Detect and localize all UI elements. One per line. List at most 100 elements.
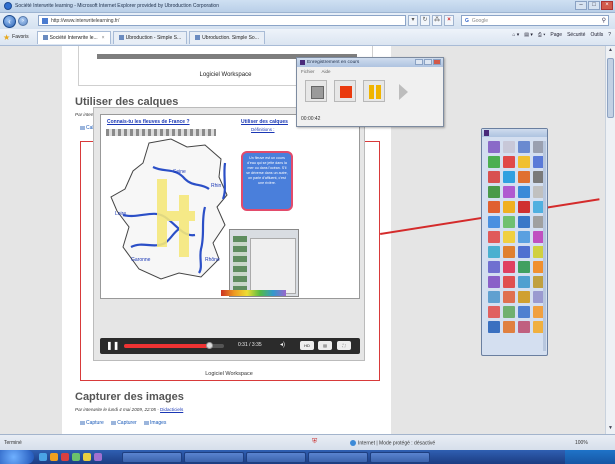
toolbox-tool-icon[interactable] — [518, 141, 530, 153]
app-quicklaunch-icon[interactable] — [94, 453, 102, 461]
popup-blocker-icon[interactable]: ⛨ — [312, 438, 317, 446]
taskbar-task[interactable] — [122, 451, 182, 463]
security-zone[interactable]: Internet | Mode protégé : désactivé — [350, 440, 435, 446]
toolbox-handle[interactable] — [543, 141, 546, 351]
toolbox-tool-icon[interactable] — [518, 276, 530, 288]
tag-link[interactable]: Capture — [80, 420, 104, 426]
recorder-minimize-button[interactable] — [415, 59, 423, 65]
toolbox-tool-icon[interactable] — [503, 231, 515, 243]
toolbox-tool-icon[interactable] — [518, 246, 530, 258]
menu-aide[interactable]: Aide — [322, 69, 331, 74]
toolbox-tool-icon[interactable] — [503, 321, 515, 333]
menu-fichier[interactable]: Fichier — [301, 69, 315, 74]
video-link-fleuves[interactable]: Connais-tu les fleuves de France ? — [107, 119, 190, 125]
toolbox-tool-icon[interactable] — [518, 186, 530, 198]
rss-icon[interactable]: ⁂ — [432, 15, 442, 26]
toolbox-tool-icon[interactable] — [488, 171, 500, 183]
toolbox-tool-icon[interactable] — [518, 261, 530, 273]
compat-view-icon[interactable]: ▾ — [408, 15, 418, 26]
toolbox-tool-icon[interactable] — [488, 276, 500, 288]
record-button[interactable] — [334, 80, 356, 102]
folder-quicklaunch-icon[interactable] — [50, 453, 58, 461]
tab-interwrite[interactable]: Société Interwrite le... × — [36, 30, 111, 44]
tab-close-icon[interactable]: × — [102, 35, 105, 41]
toolbox-tool-icon[interactable] — [488, 306, 500, 318]
toolbox-tool-icon[interactable] — [518, 216, 530, 228]
address-input[interactable]: http://www.interwritelearning.fr/ — [38, 15, 406, 26]
video-frame[interactable]: Connais-tu les fleuves de France ? Utili… — [100, 114, 360, 299]
video-link-definitions[interactable]: Définitions : — [251, 127, 275, 132]
toolbox-tool-icon[interactable] — [518, 231, 530, 243]
print-icon[interactable]: ⎙ ▾ — [538, 32, 546, 38]
tools-menu[interactable]: Outils — [590, 32, 603, 38]
toolbox-tool-icon[interactable] — [488, 156, 500, 168]
tab-ubroduction-2[interactable]: Ubroduction. Simple So... — [189, 30, 265, 44]
toolbox-tool-icon[interactable] — [488, 201, 500, 213]
toolbox-tool-icon[interactable] — [518, 156, 530, 168]
toolbox-tool-icon[interactable] — [503, 246, 515, 258]
app-quicklaunch-icon[interactable] — [72, 453, 80, 461]
search-icon[interactable]: ⚲ — [602, 17, 606, 24]
recorder-close-button[interactable] — [433, 59, 441, 65]
toolbox-tool-icon[interactable] — [503, 186, 515, 198]
zoom-level[interactable]: 100% — [575, 440, 588, 446]
favorites-label[interactable]: Favoris — [12, 34, 28, 40]
tab-ubroduction-1[interactable]: Ubroduction - Simple S... — [112, 30, 188, 44]
post-title-capturer[interactable]: Capturer des images — [75, 391, 184, 403]
toolbox-tool-icon[interactable] — [488, 216, 500, 228]
toolbox-tool-icon[interactable] — [503, 306, 515, 318]
recorder-window[interactable]: Enregistrement en cours Fichier Aide 00:… — [296, 57, 444, 127]
toolbox-tool-icon[interactable] — [503, 171, 515, 183]
toolbox-tool-icon[interactable] — [488, 246, 500, 258]
recorder-maximize-button[interactable] — [424, 59, 432, 65]
video-player[interactable]: Connais-tu les fleuves de France ? Utili… — [93, 107, 365, 377]
seek-bar[interactable] — [124, 342, 224, 349]
toolbox-titlebar[interactable] — [482, 129, 547, 137]
recorder-titlebar[interactable]: Enregistrement en cours — [297, 58, 443, 67]
ie-quicklaunch-icon[interactable] — [39, 453, 47, 461]
help-icon[interactable]: ? — [608, 32, 611, 38]
fullscreen-button[interactable]: ⛶ — [337, 341, 351, 350]
seek-handle[interactable] — [206, 342, 213, 349]
taskbar-task[interactable] — [370, 451, 430, 463]
maximize-button[interactable]: □ — [588, 1, 600, 10]
taskbar-task[interactable] — [184, 451, 244, 463]
forward-button[interactable]: › — [18, 16, 28, 26]
pause-icon[interactable]: ❚❚ — [106, 341, 119, 351]
toolbox-tool-icon[interactable] — [503, 141, 515, 153]
pause-record-button[interactable] — [363, 80, 385, 102]
taskbar-task[interactable] — [246, 451, 306, 463]
stop-icon[interactable]: × — [444, 15, 454, 26]
toolbox-tool-icon[interactable] — [503, 201, 515, 213]
toolbox-tool-icon[interactable] — [503, 216, 515, 228]
toolbox-tool-icon[interactable] — [518, 291, 530, 303]
search-input[interactable]: G Google ⚲ — [461, 15, 609, 26]
toolbox-tool-icon[interactable] — [488, 321, 500, 333]
back-button[interactable]: ‹ — [3, 14, 16, 28]
scroll-thumb[interactable] — [607, 58, 614, 118]
toolbox-tool-icon[interactable] — [488, 231, 500, 243]
page-menu[interactable]: Page — [550, 32, 562, 38]
hd-button[interactable]: HD — [300, 341, 314, 350]
menu-button[interactable]: ▤ — [318, 341, 332, 350]
toolbox-tool-icon[interactable] — [488, 261, 500, 273]
toolbox-tool-icon[interactable] — [488, 291, 500, 303]
toolbox-tool-icon[interactable] — [503, 261, 515, 273]
whiteboard-toolbox[interactable] — [481, 128, 548, 356]
app-quicklaunch-icon[interactable] — [83, 453, 91, 461]
vertical-scrollbar[interactable]: ▲ ▼ — [605, 46, 615, 434]
security-menu[interactable]: Sécurité — [567, 32, 585, 38]
toolbox-tool-icon[interactable] — [518, 321, 530, 333]
minimize-button[interactable]: – — [575, 1, 587, 10]
toolbox-tool-icon[interactable] — [488, 141, 500, 153]
scroll-down-icon[interactable]: ▼ — [607, 425, 614, 433]
feeds-icon[interactable]: ▤ ▾ — [524, 32, 533, 38]
tag-link[interactable]: Capturer — [111, 420, 137, 426]
next-button[interactable] — [392, 80, 414, 102]
toolbox-tool-icon[interactable] — [488, 186, 500, 198]
category-link[interactable]: Didacticiels — [160, 407, 183, 412]
toolbox-tool-icon[interactable] — [518, 171, 530, 183]
start-button[interactable] — [0, 450, 34, 464]
volume-icon[interactable]: ◂) — [280, 341, 285, 348]
close-window-button[interactable]: × — [601, 1, 613, 10]
